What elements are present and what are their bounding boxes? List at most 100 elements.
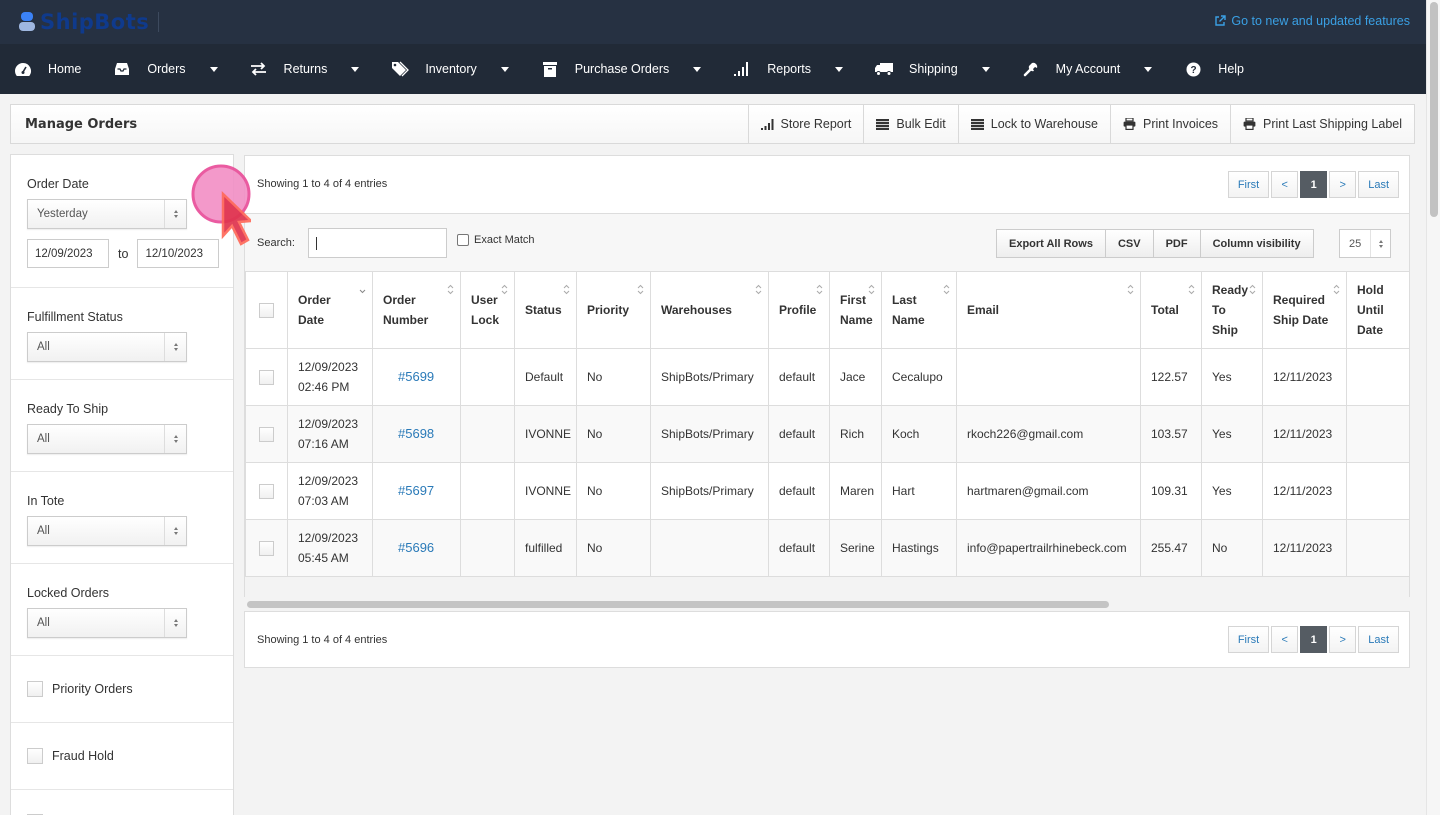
column-header[interactable]: Order Date — [287, 271, 373, 349]
table-row[interactable]: 12/09/2023 02:46 PM #5699 Default No ShipBots… — [245, 348, 1409, 406]
store-report-button[interactable]: Store Report — [747, 105, 864, 143]
cell-warehouse — [650, 519, 769, 577]
order-number-link[interactable]: #5697 — [398, 483, 434, 498]
nav-returns[interactable]: Returns — [250, 44, 360, 94]
fraud-hold-checkbox[interactable] — [27, 748, 43, 764]
date-from-input[interactable] — [27, 239, 109, 268]
fulfillment-status-select[interactable]: All — [27, 332, 187, 362]
cell-order[interactable]: #5698 — [372, 405, 461, 463]
cell-order[interactable]: #5699 — [372, 348, 461, 406]
filter-more[interactable] — [11, 790, 233, 815]
pdf-button[interactable]: PDF — [1152, 229, 1201, 258]
nav-purchase-orders-label: Purchase Orders — [574, 62, 670, 76]
nav-help[interactable]: ? Help — [1184, 44, 1244, 94]
print-last-shipping-label-button[interactable]: Print Last Shipping Label — [1230, 105, 1414, 143]
select-arrows-icon — [164, 517, 186, 545]
nav-purchase-orders[interactable]: Purchase Orders — [541, 44, 702, 94]
row-checkbox[interactable] — [259, 426, 274, 442]
orders-table-scroll: Order Date Order Number User Lock Status Pri… — [244, 271, 1410, 597]
ready-to-ship-select[interactable]: All — [27, 424, 187, 454]
cell-order[interactable]: #5696 — [372, 519, 461, 577]
page-length-select[interactable]: 25 — [1339, 229, 1391, 258]
page-last[interactable]: Last — [1358, 171, 1399, 198]
column-header[interactable]: First Name — [829, 271, 882, 349]
exchange-icon — [250, 61, 268, 77]
exact-match-checkbox[interactable] — [457, 234, 469, 246]
page-prev[interactable]: < — [1271, 626, 1299, 653]
column-header[interactable]: Ready To Ship — [1201, 271, 1263, 349]
column-visibility-button[interactable]: Column visibility — [1199, 229, 1314, 258]
table-row[interactable]: 12/09/2023 07:03 AM #5697 IVONNE No ShipBots/… — [245, 462, 1409, 520]
search-input[interactable] — [308, 228, 447, 258]
in-tote-select[interactable]: All — [27, 516, 187, 546]
cell-hold — [1346, 405, 1409, 463]
nav-reports[interactable]: Reports — [733, 44, 844, 94]
filter-locked-orders: Locked Orders All — [11, 564, 233, 656]
chevron-down-icon — [1144, 66, 1153, 72]
print-invoices-button[interactable]: Print Invoices — [1109, 105, 1230, 143]
row-checkbox[interactable] — [259, 540, 274, 556]
table-row[interactable]: 12/09/2023 07:16 AM #5698 IVONNE No ShipBots/… — [245, 405, 1409, 463]
new-features-link[interactable]: Go to new and updated features — [1214, 14, 1410, 28]
column-header[interactable]: Profile — [768, 271, 830, 349]
filter-fraud-hold[interactable]: Fraud Hold — [11, 723, 233, 790]
page-next[interactable]: > — [1329, 626, 1357, 653]
nav-shipping[interactable]: Shipping — [875, 44, 990, 94]
cell-user-lock — [460, 462, 515, 520]
cell-order[interactable]: #5697 — [372, 462, 461, 520]
row-checkbox[interactable] — [259, 483, 274, 499]
nav-my-account[interactable]: My Account — [1022, 44, 1153, 94]
order-date-select[interactable]: Yesterday — [27, 199, 187, 229]
page-prev[interactable]: < — [1271, 171, 1299, 198]
exact-match-toggle[interactable]: Exact Match — [457, 234, 535, 246]
page-current[interactable]: 1 — [1300, 626, 1328, 653]
page-scrollbar[interactable] — [1426, 0, 1440, 815]
column-header[interactable]: User Lock — [460, 271, 515, 349]
table-row[interactable]: 12/09/2023 05:45 AM #5696 fulfilled No defaul… — [245, 519, 1409, 577]
column-header[interactable]: Status — [514, 271, 577, 349]
column-header-label: Ready To Ship — [1212, 283, 1249, 337]
column-header[interactable]: Warehouses — [650, 271, 769, 349]
fulfillment-status-label: Fulfillment Status — [27, 310, 123, 324]
column-header[interactable]: Total — [1140, 271, 1202, 349]
table-horizontal-scrollbar[interactable] — [244, 599, 1410, 611]
page-current[interactable]: 1 — [1300, 171, 1328, 198]
select-all-checkbox[interactable] — [259, 302, 274, 318]
row-checkbox[interactable] — [259, 369, 274, 385]
lock-to-warehouse-button[interactable]: Lock to Warehouse — [957, 105, 1110, 143]
nav-inventory[interactable]: Inventory — [391, 44, 509, 94]
pagination-top: First < 1 > Last — [1226, 171, 1399, 198]
logo[interactable]: ShipBots — [18, 10, 149, 34]
order-number-link[interactable]: #5698 — [398, 426, 434, 441]
page-first[interactable]: First — [1227, 626, 1270, 653]
cell-warehouse: ShipBots/Primary — [650, 405, 769, 463]
date-to-input[interactable] — [137, 239, 220, 268]
column-header[interactable]: Email — [956, 271, 1141, 349]
nav-orders[interactable]: Orders — [113, 44, 218, 94]
scrollbar-thumb[interactable] — [1430, 2, 1438, 217]
sort-both-icon — [1333, 284, 1340, 295]
page-first[interactable]: First — [1227, 171, 1270, 198]
nav-home[interactable]: Home — [14, 44, 81, 94]
select-arrows-icon — [164, 609, 186, 637]
cell-status: IVONNE — [514, 462, 577, 520]
column-header[interactable]: Hold Until Date — [1346, 271, 1409, 349]
horizontal-scrollbar-thumb[interactable] — [247, 601, 1109, 608]
select-arrows-icon — [164, 200, 186, 228]
column-header[interactable]: Required Ship Date — [1262, 271, 1347, 349]
page-last[interactable]: Last — [1358, 626, 1399, 653]
column-header[interactable]: Order Number — [372, 271, 461, 349]
bulk-edit-button[interactable]: Bulk Edit — [863, 105, 957, 143]
column-header[interactable]: Last Name — [881, 271, 957, 349]
filter-priority-orders[interactable]: Priority Orders — [11, 656, 233, 723]
locked-orders-select[interactable]: All — [27, 608, 187, 638]
export-all-rows-button[interactable]: Export All Rows — [996, 229, 1106, 258]
csv-button[interactable]: CSV — [1104, 229, 1154, 258]
page-next[interactable]: > — [1329, 171, 1357, 198]
order-number-link[interactable]: #5696 — [398, 540, 434, 555]
exact-match-label: Exact Match — [474, 234, 535, 246]
column-header-label: Hold Until Date — [1357, 283, 1384, 337]
column-header[interactable]: Priority — [576, 271, 651, 349]
order-number-link[interactable]: #5699 — [398, 369, 434, 384]
priority-orders-checkbox[interactable] — [27, 681, 43, 697]
